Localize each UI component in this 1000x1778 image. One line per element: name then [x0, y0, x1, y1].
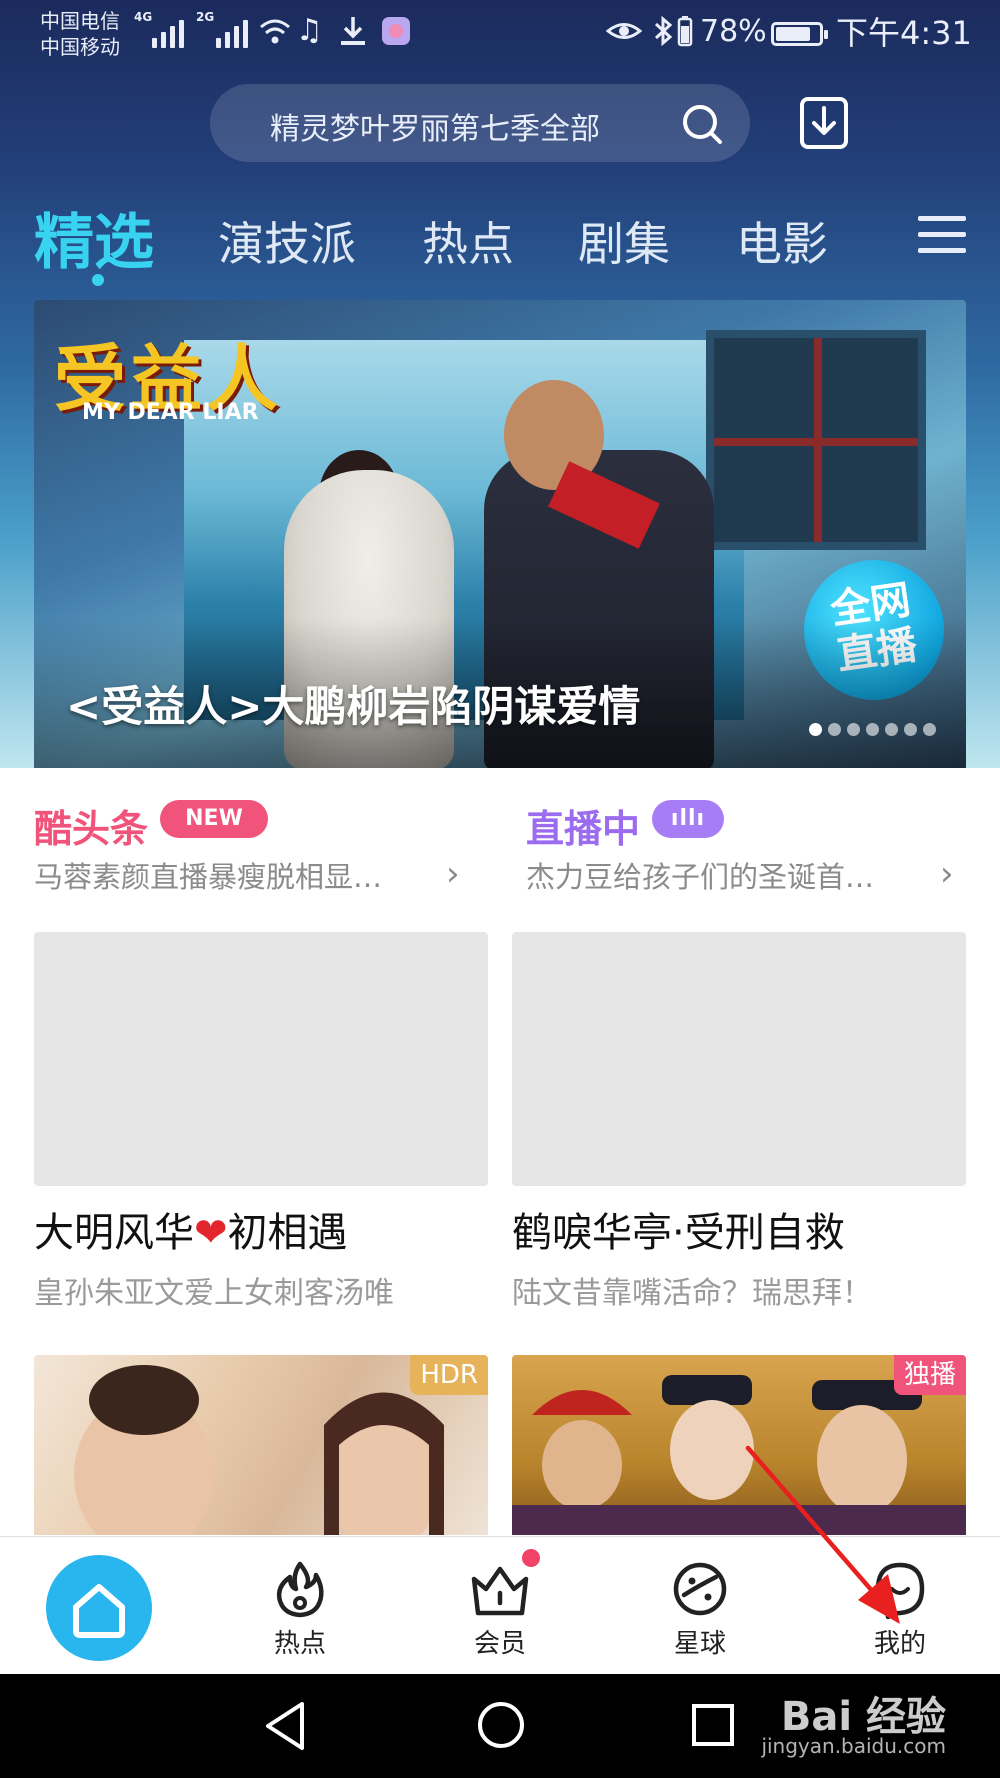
nav-planet[interactable]: 星球 — [640, 1559, 760, 1660]
info-heading: 酷头条 — [34, 807, 149, 851]
home-circle-icon[interactable] — [476, 1700, 526, 1750]
nav-label: 热点 — [273, 1629, 326, 1659]
clock: 下午4:31 — [836, 14, 972, 52]
video-thumbnail[interactable]: HDR — [34, 1355, 488, 1535]
tab-series[interactable]: 剧集 — [578, 208, 670, 274]
planet-icon — [673, 1562, 727, 1616]
carrier-2: 中国移动 — [40, 35, 120, 59]
info-subtitle: 杰力豆给孩子们的圣诞首… — [526, 860, 875, 894]
active-tab-indicator — [92, 274, 104, 286]
live-now-entry[interactable]: 直播中 ıllı 杰力豆给孩子们的圣诞首… › — [526, 798, 976, 898]
video-title: 鹤唳华亭·受刑自救 — [512, 1210, 845, 1256]
hero-banner[interactable]: 受益人 MY DEAR LIAR 全网 直播 <受益人>大鹏柳岩陷阴谋爱情 — [34, 300, 966, 768]
page-dot — [923, 723, 936, 736]
eye-icon — [605, 14, 643, 56]
nav-profile[interactable]: 我的 — [840, 1559, 960, 1660]
search-bar[interactable]: 精灵梦叶罗丽第七季全部 — [210, 84, 750, 162]
video-subtitle: 陆文昔靠嘴活命？瑞思拜！ — [512, 1276, 872, 1311]
crown-icon — [471, 1566, 529, 1616]
bluetooth-icon — [652, 14, 676, 56]
profile-face-icon — [875, 1562, 925, 1619]
heart-icon: ❤ — [194, 1210, 228, 1256]
menu-icon[interactable] — [918, 216, 966, 256]
carrier-labels: 中国电信 中国移动 — [40, 8, 120, 60]
banner-movie-logo-sub: MY DEAR LIAR — [82, 400, 259, 425]
notification-dot — [522, 1549, 540, 1567]
search-placeholder: 精灵梦叶罗丽第七季全部 — [270, 112, 600, 147]
tab-hot[interactable]: 热点 — [422, 208, 514, 274]
nav-label: 我的 — [873, 1629, 926, 1659]
video-thumbnail[interactable] — [512, 932, 966, 1186]
nav-home-button[interactable] — [46, 1555, 152, 1661]
battery-vertical-icon — [676, 14, 694, 56]
tab-selected[interactable]: 精选 — [34, 194, 154, 281]
signal-4g-icon: 4G — [134, 10, 184, 48]
banner-title: <受益人>大鹏柳岩陷阴谋爱情 — [66, 682, 641, 731]
video-title-part: 初相遇 — [227, 1210, 348, 1256]
video-title: 大明风华❤初相遇 — [34, 1200, 488, 1258]
download-icon[interactable] — [799, 96, 849, 150]
video-thumbnail[interactable] — [34, 932, 488, 1186]
wifi-icon — [258, 14, 292, 56]
status-bar: 中国电信 中国移动 4G 2G ♫ 78% 下午4:31 — [0, 0, 1000, 70]
search-icon[interactable] — [680, 102, 724, 146]
chevron-right-icon: › — [446, 854, 460, 894]
carrier-1: 中国电信 — [40, 9, 120, 33]
hdr-badge: HDR — [410, 1355, 488, 1395]
chevron-right-icon: › — [940, 854, 954, 894]
info-heading: 直播中 — [526, 807, 641, 851]
info-subtitle: 马蓉素颜直播暴瘦脱相显… — [34, 860, 383, 894]
video-thumbnail[interactable]: 独播 — [512, 1355, 966, 1535]
home-icon — [73, 1584, 125, 1638]
page-dot — [885, 723, 898, 736]
video-card[interactable]: 鹤唳华亭·受刑自救 陆文昔靠嘴活命？瑞思拜！ — [512, 932, 966, 1312]
net-label-2: 2G — [196, 10, 215, 24]
tab-movies[interactable]: 电影 — [736, 208, 828, 274]
download-status-icon — [338, 14, 368, 56]
banner-window-art — [706, 330, 926, 550]
live-bars-icon: ıllı — [652, 800, 724, 838]
nav-label: 会员 — [473, 1629, 526, 1659]
banner-page-dots — [809, 723, 936, 736]
channel-tabs: 精选 演技派 热点 剧集 电影 — [0, 190, 1000, 290]
music-icon: ♫ — [296, 13, 323, 48]
page-dot — [904, 723, 917, 736]
video-card[interactable]: 大明风华❤初相遇 皇孙朱亚文爱上女刺客汤唯 — [34, 932, 488, 1312]
flame-icon — [276, 1561, 324, 1618]
video-subtitle: 皇孙朱亚文爱上女刺客汤唯 — [34, 1276, 394, 1311]
page-dot — [809, 723, 822, 736]
app-notification-icon — [380, 14, 412, 56]
tab-acting[interactable]: 演技派 — [218, 208, 356, 274]
battery-icon — [771, 22, 828, 46]
video-title-part: 大明风华 — [34, 1210, 194, 1256]
system-navigation-bar: Bai 经验 jingyan.baidu.com — [0, 1674, 1000, 1778]
nav-member[interactable]: 会员 — [440, 1559, 560, 1660]
page-dot — [828, 723, 841, 736]
bottom-tab-bar: 热点 会员 星球 我的 — [0, 1536, 1000, 1674]
new-badge: NEW — [160, 800, 268, 838]
nav-hot[interactable]: 热点 — [240, 1559, 360, 1660]
signal-2g-icon: 2G — [196, 10, 248, 48]
recents-icon[interactable] — [690, 1702, 736, 1748]
baidu-watermark-url: jingyan.baidu.com — [761, 1734, 946, 1758]
headline-news-entry[interactable]: 酷头条 NEW 马蓉素颜直播暴瘦脱相显… › — [34, 798, 484, 898]
net-label-1: 4G — [134, 10, 153, 24]
page-dot — [847, 723, 860, 736]
page-dot — [866, 723, 879, 736]
battery-percent: 78% — [700, 14, 767, 49]
nav-label: 星球 — [673, 1629, 726, 1659]
exclusive-badge: 独播 — [893, 1355, 966, 1395]
back-icon[interactable] — [262, 1700, 308, 1752]
